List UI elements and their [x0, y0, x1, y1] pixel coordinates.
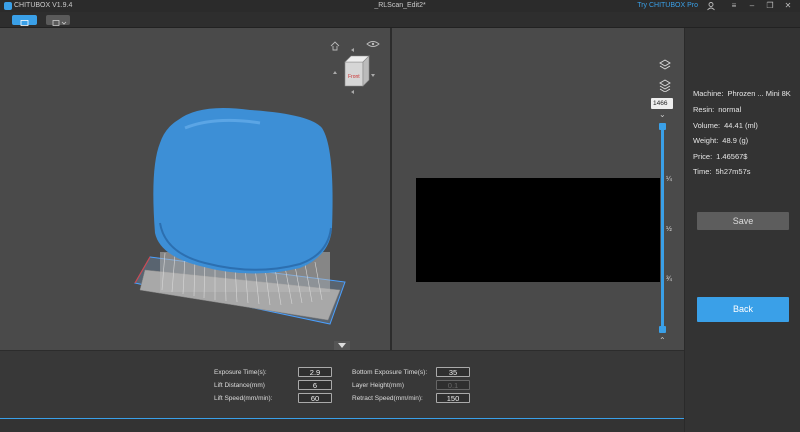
bottom-exposure-field[interactable]: 35	[436, 367, 470, 377]
bottom-exposure-label: Bottom Exposure Time(s):	[352, 369, 428, 376]
volume-info: Volume: 44.41 (ml)	[693, 121, 758, 130]
layer-slider-bottom-handle[interactable]	[659, 326, 666, 333]
layers-stack-icon[interactable]	[658, 78, 672, 92]
chevron-down-icon	[338, 343, 346, 348]
print-settings-panel: Exposure Time(s): 2.9 Lift Distance(mm) …	[0, 350, 684, 418]
layer-down-chevron-icon[interactable]: ⌃	[659, 336, 666, 345]
user-icon[interactable]	[706, 1, 716, 11]
toolbar	[0, 12, 800, 28]
layer-slider-track[interactable]	[661, 126, 664, 331]
minimize-icon[interactable]: –	[744, 0, 760, 12]
retract-speed-label: Retract Speed(mm/min):	[352, 395, 423, 402]
try-pro-link[interactable]: Try CHITUBOX Pro	[637, 2, 698, 9]
slice-info-panel: Machine: Phrozen ... Mini 8K Resin: normal…	[684, 28, 800, 432]
navigation-cube[interactable]	[325, 40, 385, 100]
slice-preview: 1466 ⌄ ¼ ½ ¾ ⌃	[392, 28, 684, 350]
lift-distance-field[interactable]: 6	[298, 380, 332, 390]
3d-model[interactable]	[153, 107, 333, 274]
layer-up-chevron-icon[interactable]: ⌄	[659, 110, 666, 119]
layer-height-field: 0.1	[436, 380, 470, 390]
status-bar	[0, 418, 684, 432]
retract-speed-field[interactable]: 150	[436, 393, 470, 403]
save-button[interactable]: Save	[697, 212, 789, 230]
layers-view-icon[interactable]	[658, 58, 672, 72]
price-info: Price: 1.46567$	[693, 152, 748, 161]
resin-info: Resin: normal	[693, 105, 742, 114]
lift-speed-label: Lift Speed(mm/min):	[214, 395, 273, 402]
collapse-panel-button[interactable]	[334, 341, 350, 350]
3d-viewport[interactable]: Front	[0, 28, 390, 350]
home-icon	[330, 41, 340, 51]
restore-icon[interactable]: ❐	[762, 0, 778, 12]
slider-mark-three-quarter: ¾	[666, 276, 672, 283]
title-bar: CHITUBOX V1.9.4 _RLScan_Edit2* Try CHITU…	[0, 0, 800, 12]
layer-number-input[interactable]: 1466	[651, 98, 673, 109]
exposure-time-field[interactable]: 2.9	[298, 367, 332, 377]
layer-slider-top-handle[interactable]	[659, 123, 666, 130]
machine-info: Machine: Phrozen ... Mini 8K	[693, 89, 791, 98]
back-button[interactable]: Back	[697, 297, 789, 322]
time-info: Time: 5h27m57s	[693, 167, 751, 176]
weight-info: Weight: 48.9 (g)	[693, 136, 749, 145]
lift-distance-label: Lift Distance(mm)	[214, 382, 265, 389]
lift-speed-field[interactable]: 60	[298, 393, 332, 403]
open-file-button[interactable]	[12, 15, 37, 26]
layer-height-label: Layer Height(mm)	[352, 382, 405, 389]
save-file-dropdown-button[interactable]	[46, 15, 70, 26]
folder-icon	[20, 20, 29, 26]
close-icon[interactable]: ✕	[780, 0, 796, 12]
exposure-time-label: Exposure Time(s):	[214, 369, 267, 376]
file-dropdown-icon	[52, 20, 67, 26]
menu-icon[interactable]: ≡	[726, 0, 742, 12]
cube-face-label: Front	[348, 74, 360, 80]
slider-mark-half: ½	[666, 226, 672, 233]
slice-layer-image	[416, 178, 660, 282]
slider-mark-quarter: ¼	[666, 176, 672, 183]
